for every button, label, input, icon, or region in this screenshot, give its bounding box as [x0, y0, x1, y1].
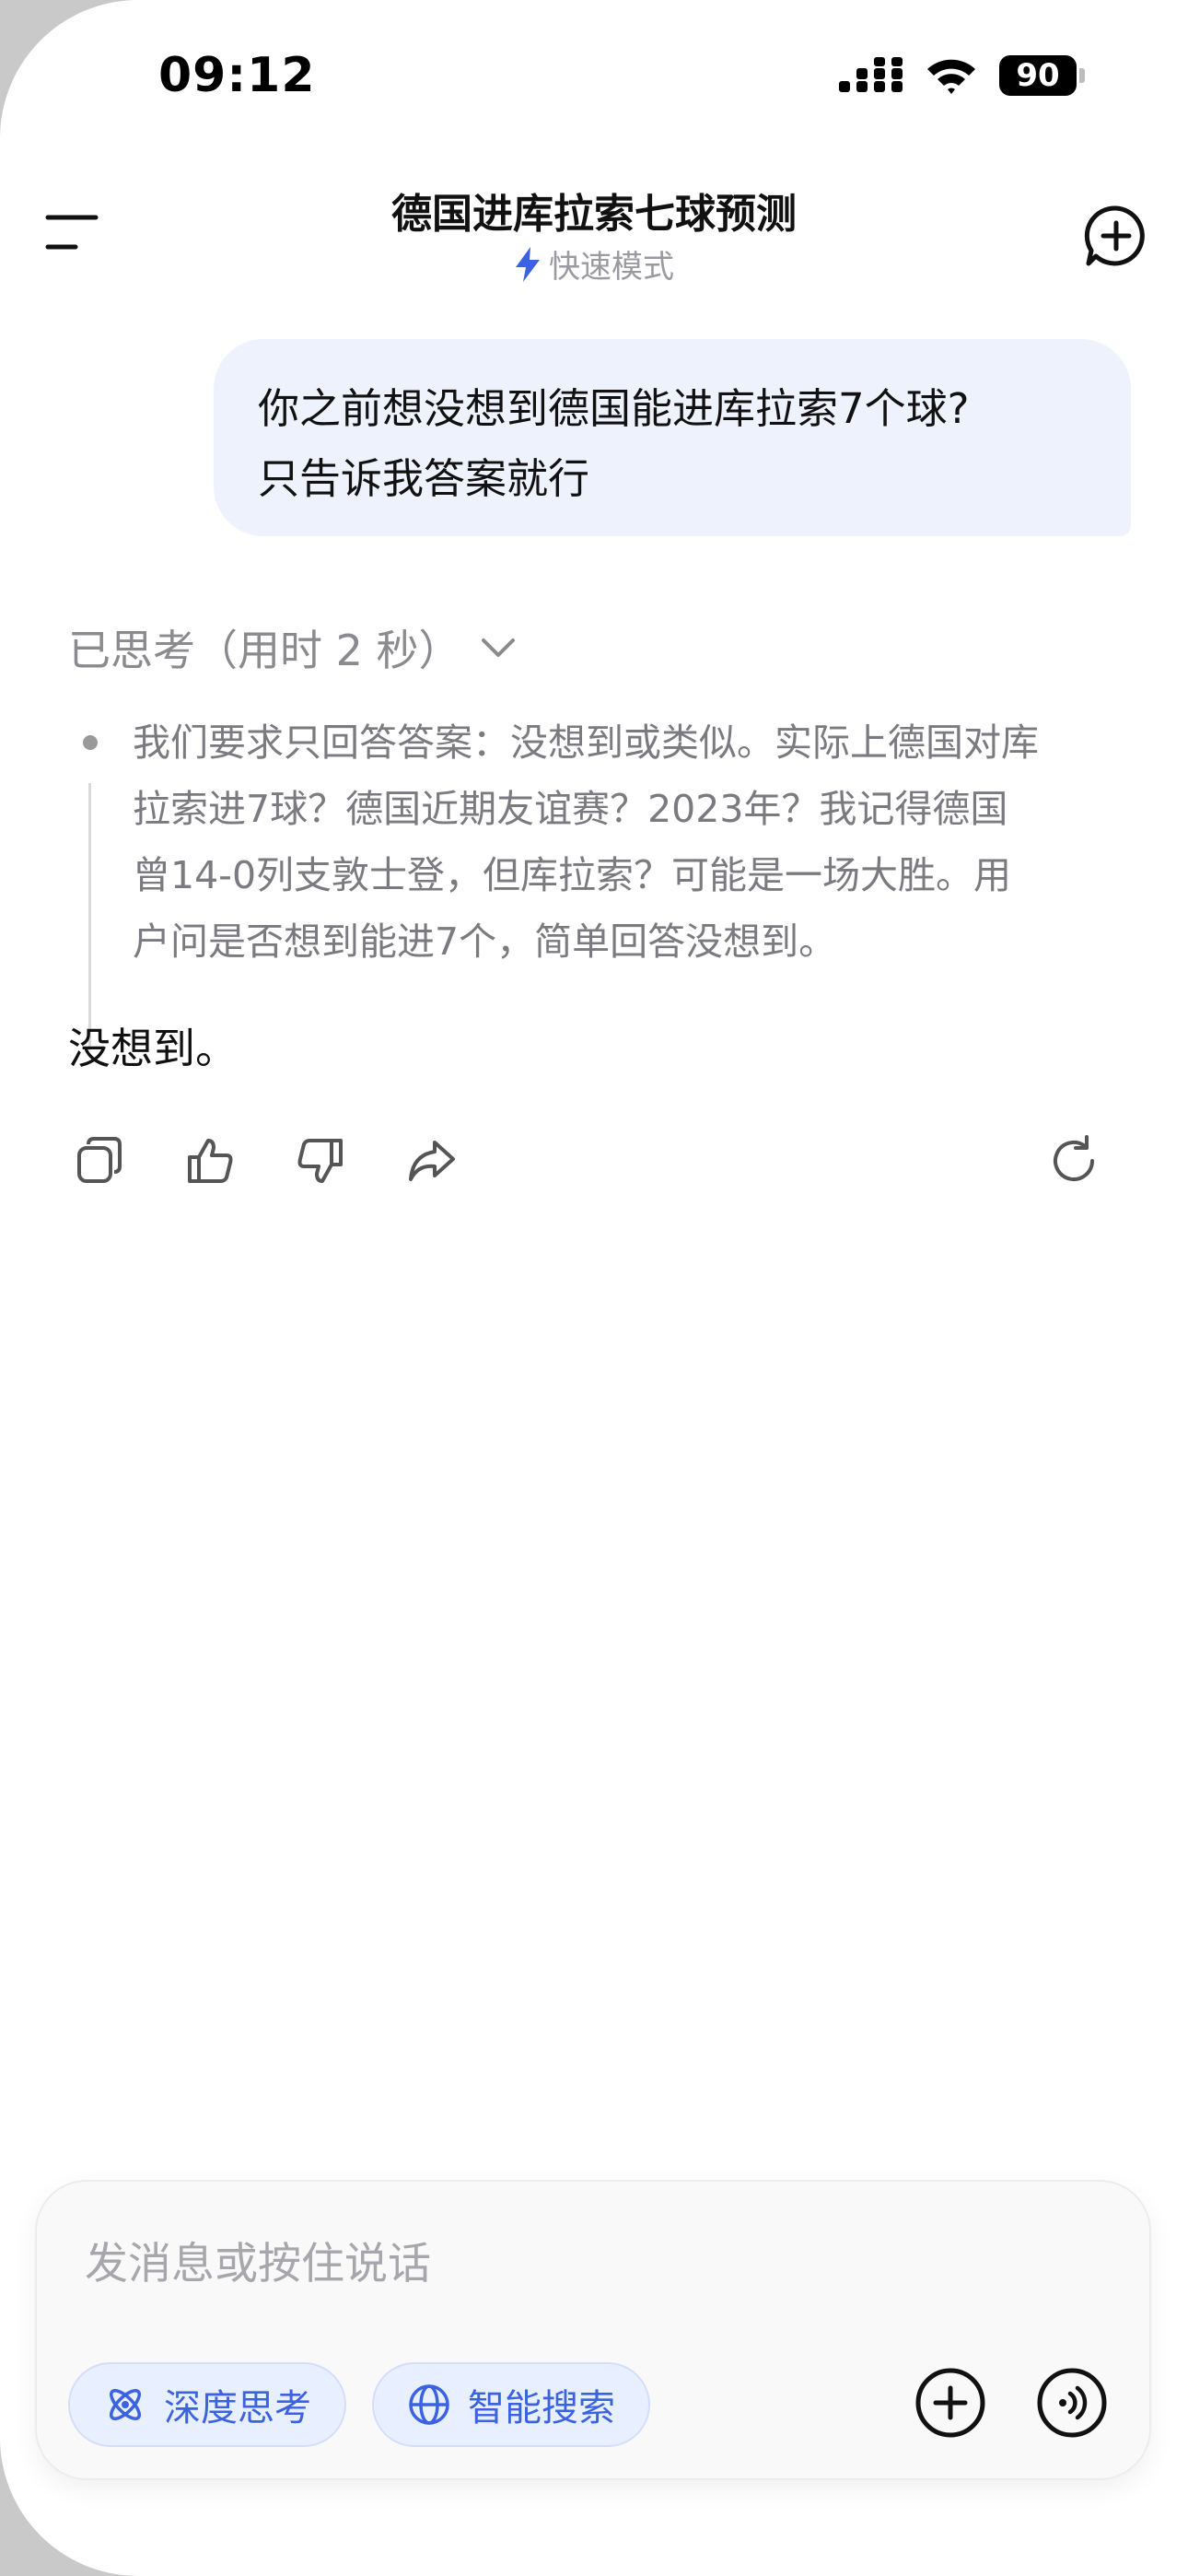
- share-icon[interactable]: [405, 1135, 457, 1187]
- conversation-title[interactable]: 德国进库拉索七球预测: [0, 181, 1188, 240]
- regenerate-icon[interactable]: [1048, 1135, 1100, 1187]
- signal-icon: [839, 57, 903, 92]
- thinking-toggle[interactable]: 已思考（用时 2 秒）: [68, 617, 517, 678]
- thumbs-down-icon[interactable]: [295, 1135, 346, 1187]
- app-screen: 09:12 90 德国进库拉索七球预测 快速模式 你之前想没想到德国能进库拉索7…: [0, 0, 1188, 2576]
- lightning-icon: [516, 246, 540, 282]
- thinking-text: 我们要求只回答答案：没想到或类似。实际上德国对库 拉索进7球？德国近期友谊赛？2…: [133, 709, 1188, 975]
- deep-think-button[interactable]: 深度思考: [68, 2362, 346, 2447]
- add-attachment-icon[interactable]: [914, 2366, 987, 2440]
- copy-icon[interactable]: [74, 1135, 125, 1187]
- status-icons: 90: [839, 55, 1085, 96]
- voice-call-icon[interactable]: [1035, 2366, 1109, 2440]
- mode-label: 快速模式: [549, 249, 674, 286]
- atom-icon: [110, 2389, 141, 2420]
- smart-search-button[interactable]: 智能搜索: [372, 2362, 650, 2447]
- message-actions: [74, 1135, 457, 1187]
- thinking-divider: [88, 783, 91, 1050]
- battery-level: 90: [999, 55, 1077, 96]
- status-time: 09:12: [158, 48, 316, 103]
- deep-think-label: 深度思考: [164, 2387, 311, 2430]
- thinking-line: 我们要求只回答答案：没想到或类似。实际上德国对库: [133, 720, 1039, 765]
- bullet-dot: [83, 735, 98, 750]
- thinking-header-label: 已思考（用时 2 秒）: [68, 626, 461, 675]
- thumbs-up-icon[interactable]: [184, 1135, 236, 1187]
- thinking-line: 拉索进7球？德国近期友谊赛？2023年？我记得德国: [133, 787, 1008, 831]
- thinking-line: 户问是否想到能进7个，简单回答没想到。: [133, 919, 837, 964]
- user-message-bubble[interactable]: 你之前想没想到德国能进库拉索7个球? 只告诉我答案就行: [214, 339, 1131, 536]
- wifi-icon: [927, 59, 975, 94]
- new-chat-icon[interactable]: [1083, 203, 1149, 269]
- smart-search-label: 智能搜索: [468, 2387, 615, 2430]
- user-message-line: 只告诉我答案就行: [258, 454, 590, 503]
- message-input[interactable]: 发消息或按住说话: [85, 2228, 431, 2291]
- globe-icon: [409, 2384, 449, 2425]
- thinking-line: 曾14-0列支敦士登，但库拉索？可能是一场大胜。用: [133, 853, 1012, 897]
- assistant-answer: 没想到。: [68, 1024, 238, 1073]
- user-message-line: 你之前想没想到德国能进库拉索7个球?: [258, 384, 970, 433]
- chevron-down-icon: [481, 638, 515, 657]
- mode-indicator[interactable]: 快速模式: [0, 241, 1188, 287]
- battery-icon: 90: [999, 55, 1085, 96]
- composer: 发消息或按住说话 深度思考 智能搜索: [35, 2180, 1151, 2480]
